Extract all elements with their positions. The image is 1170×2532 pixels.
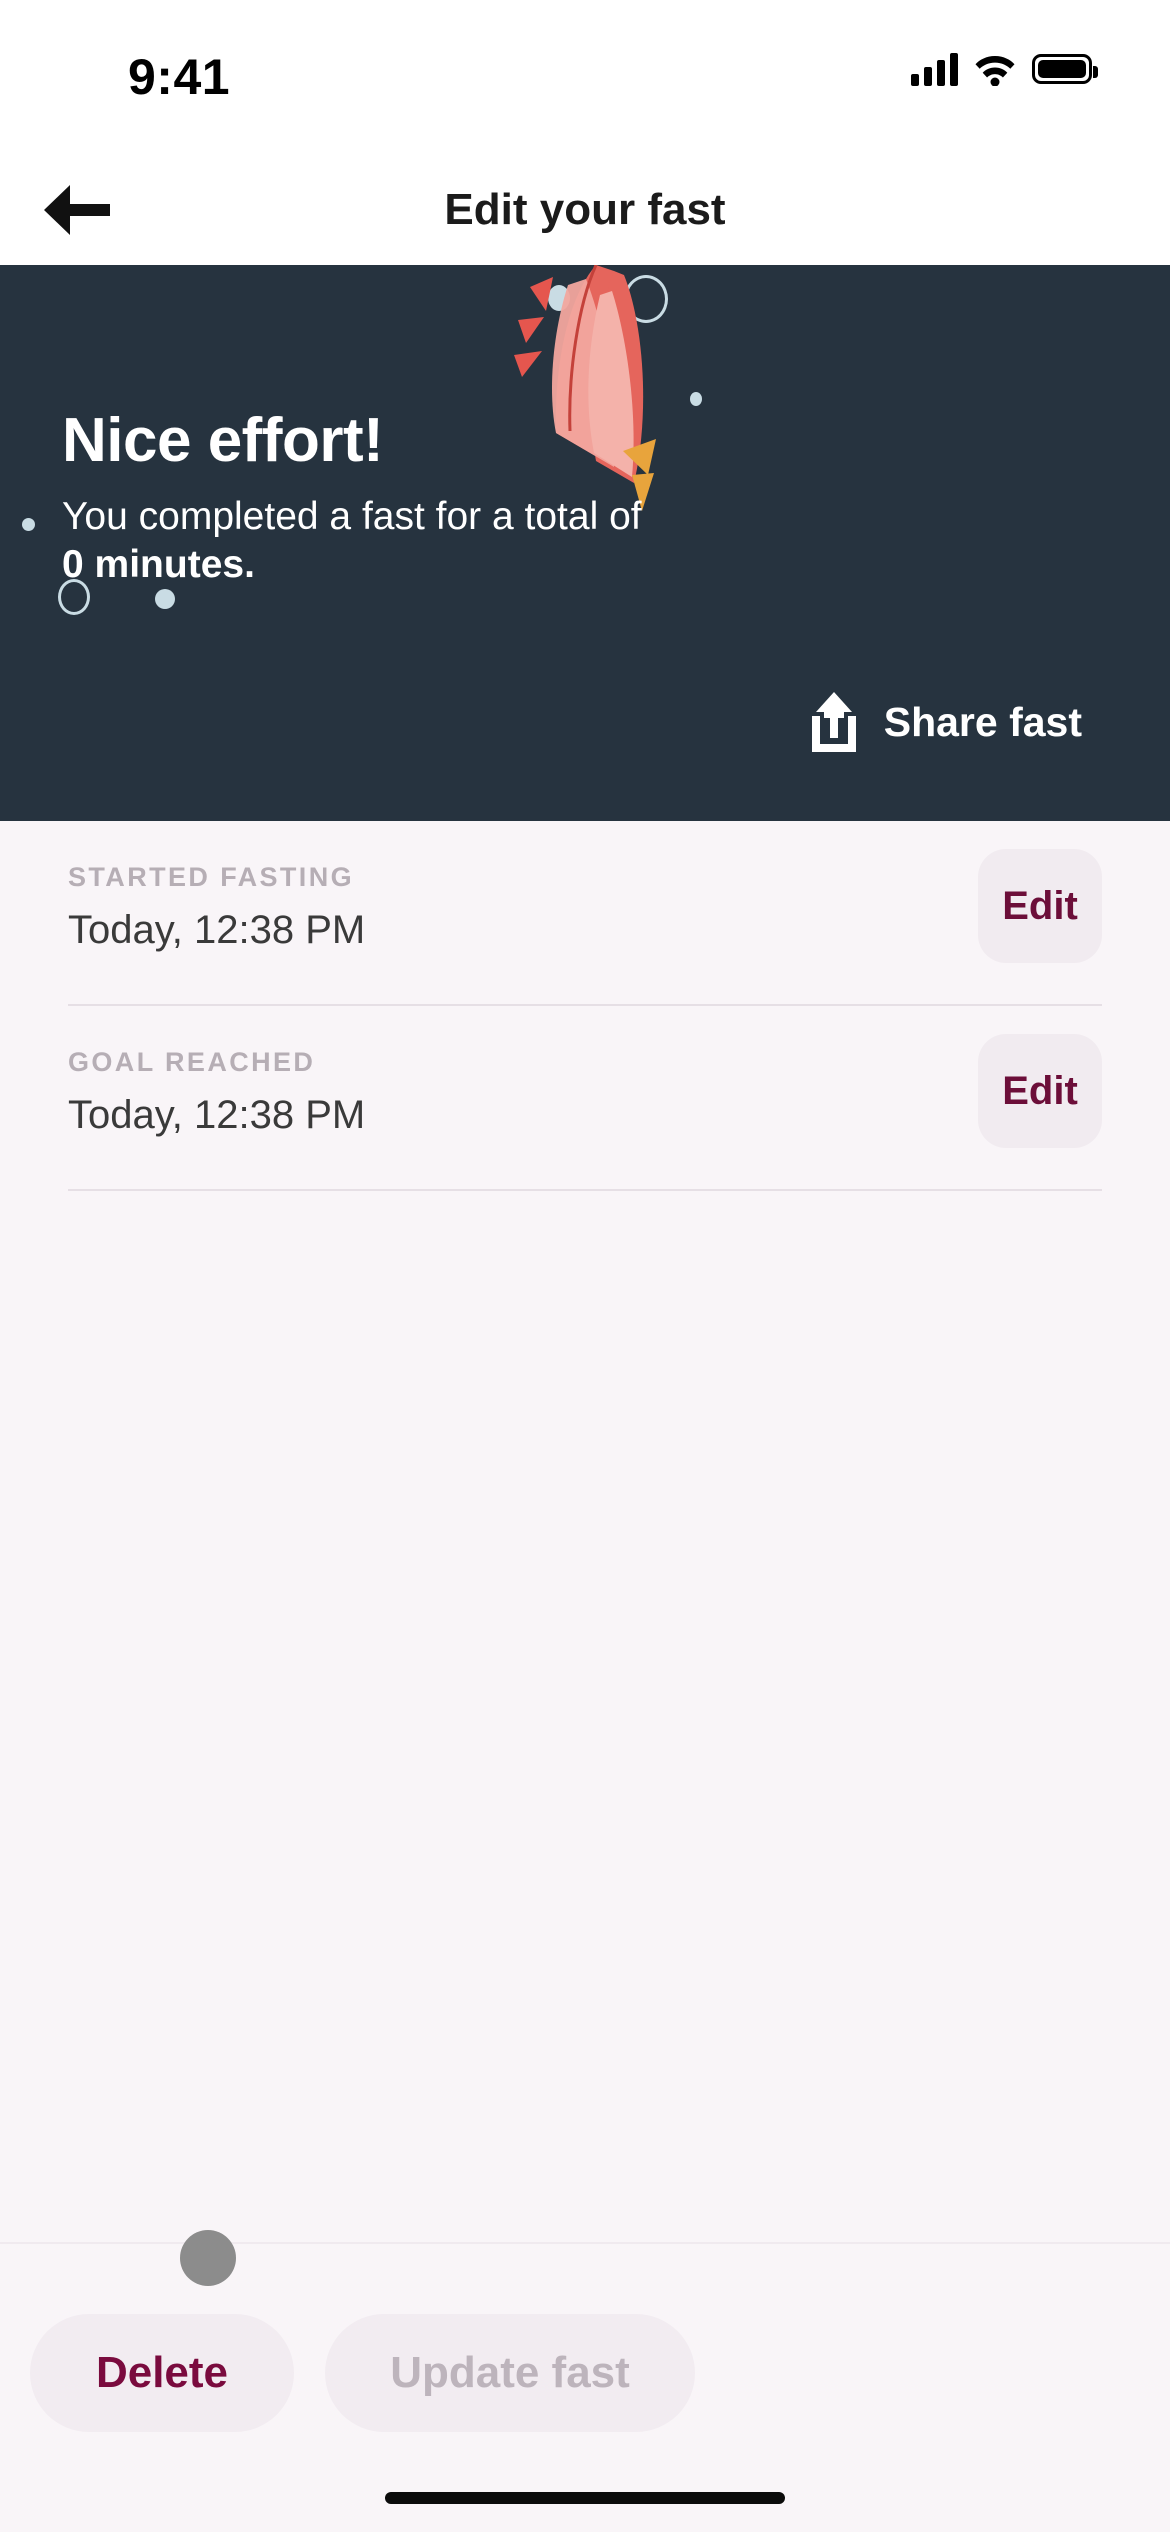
delete-button[interactable]: Delete: [30, 2314, 294, 2432]
page-title: Edit your fast: [444, 185, 726, 234]
row-divider: [68, 1189, 1102, 1191]
table-row: STARTED FASTING Today, 12:38 PM Edit: [0, 821, 1170, 1006]
fast-details-list: STARTED FASTING Today, 12:38 PM Edit GOA…: [0, 821, 1170, 1191]
hero-message-value: 0: [62, 542, 84, 586]
edit-button-label: Edit: [1002, 883, 1078, 928]
navigation-bar: Edit your fast: [0, 155, 1170, 265]
decorative-dot: [22, 518, 35, 531]
home-indicator: [385, 2492, 785, 2504]
party-popper-icon: [514, 265, 656, 511]
hero-title: Nice effort!: [62, 406, 384, 475]
delete-button-label: Delete: [95, 2348, 229, 2397]
update-fast-button[interactable]: Update fast: [325, 2314, 695, 2432]
celebration-banner: Nice effort! You completed a fast for a …: [0, 265, 1170, 821]
hero-message-prefix: You completed a fast for a total of: [62, 495, 642, 538]
edit-button-label: Edit: [1002, 1068, 1078, 1113]
bottom-action-bar: Delete Update fast: [0, 2242, 1170, 2532]
hero-message: You completed a fast for a total of 0 mi…: [62, 493, 652, 588]
update-fast-button-label: Update fast: [390, 2348, 630, 2397]
row-value-started-fasting: Today, 12:38 PM: [68, 908, 366, 952]
table-row: GOAL REACHED Today, 12:38 PM Edit: [0, 1006, 1170, 1191]
status-bar-icons: [911, 52, 1098, 86]
status-bar-time: 9:41: [128, 49, 231, 105]
status-bar: 9:41: [0, 0, 1170, 155]
edit-goal-reached-button[interactable]: Edit: [978, 1034, 1102, 1148]
wifi-icon: [975, 56, 1015, 86]
cellular-signal-icon: [911, 52, 958, 86]
row-label-started-fasting: STARTED FASTING: [68, 862, 355, 892]
share-fast-button[interactable]: Share fast: [806, 690, 1082, 754]
hero-message-suffix: minutes.: [94, 542, 255, 586]
edit-started-fasting-button[interactable]: Edit: [978, 849, 1102, 963]
decorative-dot: [155, 589, 175, 609]
share-icon: [811, 692, 856, 752]
share-fast-label: Share fast: [883, 698, 1082, 745]
row-label-goal-reached: GOAL REACHED: [68, 1047, 316, 1077]
battery-icon: [1032, 54, 1098, 84]
row-value-goal-reached: Today, 12:38 PM: [68, 1093, 366, 1137]
app-screen: 9:41 Edit your fast Nice effort! You com…: [0, 0, 1170, 2532]
